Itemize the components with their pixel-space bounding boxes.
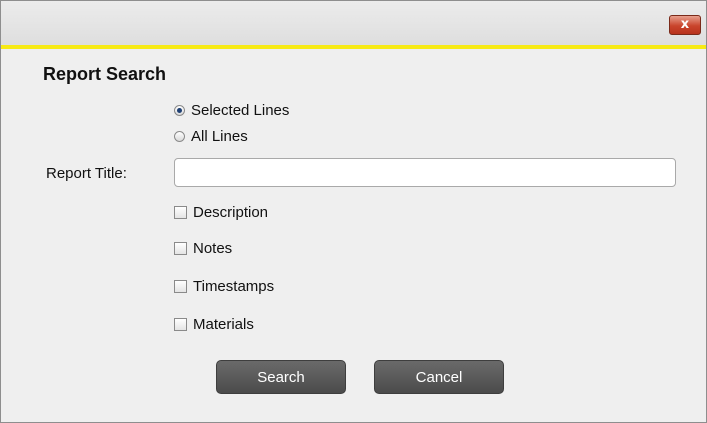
dialog-content (1, 49, 706, 422)
checkbox-label-description: Description (193, 203, 269, 221)
checkbox-materials[interactable] (174, 317, 187, 331)
radio-label-all-lines: All Lines (191, 127, 248, 145)
close-button[interactable]: x (669, 15, 701, 35)
search-button[interactable]: Search (216, 360, 346, 394)
radio-selected-lines[interactable]: Selected Lines (174, 101, 289, 119)
radio-button-selected[interactable] (174, 104, 185, 116)
checkbox-label-notes: Notes (193, 239, 233, 257)
close-icon: x (680, 17, 690, 32)
report-title-input[interactable] (174, 158, 676, 187)
checkbox-notes[interactable] (174, 241, 187, 255)
checkbox-row-materials[interactable]: Materials (174, 315, 254, 333)
cancel-button[interactable]: Cancel (374, 360, 504, 394)
checkbox-timestamps[interactable] (174, 279, 187, 293)
checkbox-row-notes[interactable]: Notes (174, 239, 232, 257)
radio-label-selected-lines: Selected Lines (191, 101, 290, 119)
checkbox-row-description[interactable]: Description (174, 203, 268, 221)
radio-all-lines[interactable]: All Lines (174, 127, 248, 145)
checkbox-description[interactable] (174, 205, 187, 219)
title-bar[interactable]: x (1, 1, 706, 45)
dialog-heading: Report Search (43, 64, 167, 84)
checkbox-label-timestamps: Timestamps (193, 277, 275, 295)
report-title-label: Report Title: (46, 165, 127, 182)
radio-button-unselected[interactable] (174, 130, 185, 142)
checkbox-row-timestamps[interactable]: Timestamps (174, 277, 274, 295)
checkbox-label-materials: Materials (193, 315, 254, 333)
